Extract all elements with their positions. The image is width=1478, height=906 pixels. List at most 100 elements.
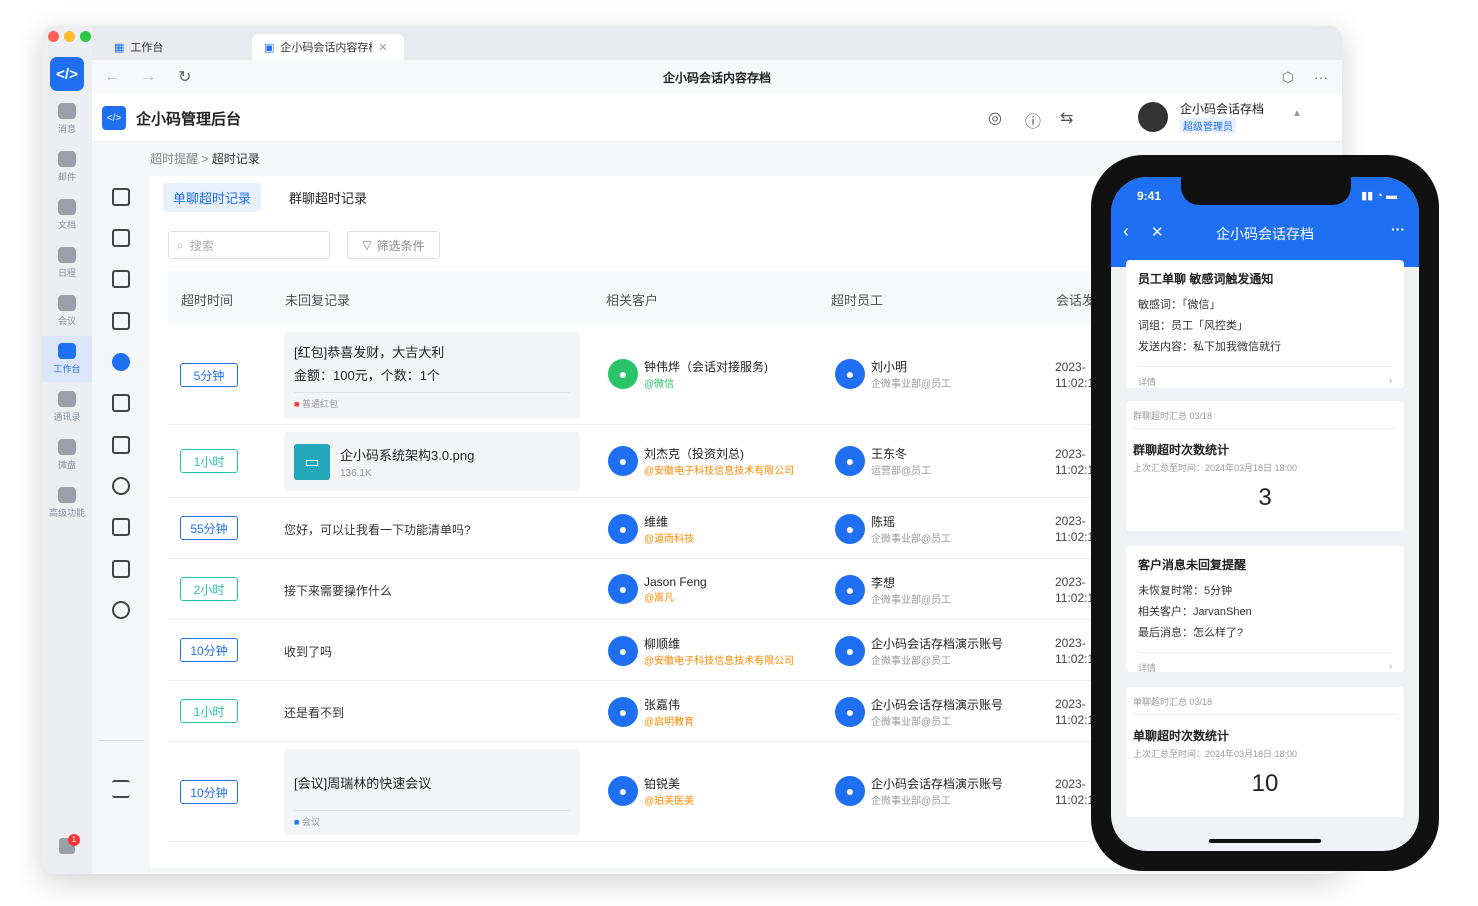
detail-link[interactable]: 详情 — [1138, 375, 1156, 388]
card-line: 词组：员工「风控类」 — [1138, 320, 1248, 332]
customer-cell: ● 铂锐美 @珀美医美 — [608, 775, 694, 807]
phone-title: 企小码会话存档 — [1216, 226, 1314, 242]
time-line: 11:02:1 — [1055, 530, 1095, 544]
customer-name: Jason Feng — [644, 574, 707, 589]
employee-name: 王东冬 — [871, 447, 908, 461]
rail-item-contacts[interactable]: 通讯录 — [42, 384, 92, 430]
phone-screen: 9:41 ▮▮ ◔ ▬ ‹ ✕ 企小码会话存档 ··· 员工单聊 敏感词触发通知… — [1111, 177, 1419, 851]
employee-cell: ● 陈瑶 企微事业部@员工 — [835, 513, 951, 545]
close-icon[interactable]: ✕ — [378, 41, 387, 54]
user-icon: ● — [835, 636, 865, 666]
minimize-dot[interactable] — [64, 31, 75, 42]
rail-item-messages[interactable]: 消息 — [42, 96, 92, 142]
employee-cell: ● 企小码会话存档演示账号 企微事业部@员工 — [835, 696, 1003, 728]
duration-badge: 55分钟 — [180, 516, 238, 540]
message-text: [会议]周瑞林的快速会议 — [294, 776, 432, 791]
customer-cell: ● 钟伟烨（会话对接服务) @微信 — [608, 358, 768, 390]
rail-item-workbench[interactable]: 工作台 — [42, 336, 92, 382]
user-icon: ● — [608, 697, 638, 727]
filter-button[interactable]: ▽ 筛选条件 — [347, 231, 440, 259]
settings-icon[interactable]: ⬡ — [1282, 69, 1294, 86]
rail-item-calendar[interactable]: 日程 — [42, 240, 92, 286]
tab-private-timeout[interactable]: 单聊超时记录 — [163, 183, 262, 212]
menu-collapse-icon[interactable] — [112, 780, 130, 798]
breadcrumb-parent[interactable]: 超时提醒 — [150, 152, 198, 166]
chevron-right-icon: › — [1389, 375, 1392, 385]
window-controls — [48, 31, 91, 42]
app-title: 企小码管理后台 — [136, 111, 242, 128]
folder-icon[interactable] — [112, 229, 130, 247]
customer-name: 铂锐美 — [644, 777, 681, 791]
tree-icon[interactable] — [112, 518, 130, 536]
chart-icon[interactable] — [112, 436, 130, 454]
app-logo-icon[interactable]: </> — [50, 57, 84, 91]
close-dot[interactable] — [48, 31, 59, 42]
rail-item-mail[interactable]: 邮件 — [42, 144, 92, 190]
card-line: 最后消息：怎么样了? — [1138, 627, 1244, 639]
drive-icon — [58, 439, 76, 455]
more-icon[interactable]: ··· — [1391, 221, 1405, 237]
compass-icon[interactable]: ◎ — [988, 108, 1002, 128]
search-placeholder: 搜索 — [189, 238, 214, 253]
employee-name: 企小码会话存档演示账号 — [871, 698, 1004, 712]
rail-label: 高级功能 — [48, 508, 85, 518]
phone-header: 9:41 ▮▮ ◔ ▬ ‹ ✕ 企小码会话存档 ··· — [1111, 177, 1419, 267]
rail-item-docs[interactable]: 文档 — [42, 192, 92, 238]
sensitive-word-card[interactable]: 员工单聊 敏感词触发通知 敏感词：「微信」 词组：员工「风控类」 发送内容：私下… — [1126, 260, 1404, 388]
status-time: 9:41 — [1137, 189, 1162, 203]
building-icon[interactable] — [112, 188, 130, 206]
customer-reply-card[interactable]: 客户消息未回复提醒 未恢复时常：5分钟 相关客户：JarvanShen 最后消息… — [1126, 546, 1404, 674]
employee-dept: 企微事业部@员工 — [871, 379, 952, 390]
meeting-card[interactable]: [会议]周瑞林的快速会议 ■ 会议 — [284, 749, 580, 835]
shield-icon[interactable] — [112, 312, 130, 330]
user-icon: ● — [835, 697, 865, 727]
form-icon[interactable] — [112, 560, 130, 578]
chat-icon[interactable] — [112, 477, 130, 495]
stat-number: 3 — [1258, 484, 1272, 511]
time-line: 11:02:1 — [1055, 591, 1095, 605]
employee-dept: 企微事业部@员工 — [871, 534, 952, 545]
tab-workbench[interactable]: ▦ 工作台 — [102, 34, 175, 60]
tab-group-timeout[interactable]: 群聊超时记录 — [279, 183, 377, 212]
avatar[interactable] — [1138, 102, 1168, 132]
redpacket-card[interactable]: [红包]恭喜发财，大吉大利 金额：100元，个数：1个 ■ 普通红包 — [284, 332, 580, 418]
divider — [98, 740, 144, 741]
help-icon[interactable]: ⓘ — [1025, 108, 1041, 132]
bell-icon[interactable] — [112, 353, 130, 371]
col-timeout: 超时时间 — [181, 293, 234, 308]
message-text: 金额：100元，个数：1个 — [294, 368, 440, 383]
search-input[interactable]: ⌕ 搜索 — [168, 231, 330, 259]
employee-dept: 企微事业部@员工 — [871, 717, 952, 728]
file-card[interactable]: ▭ 企小码系统架构3.0.png 136.1K — [284, 432, 580, 491]
user-icon: ● — [835, 446, 865, 476]
message-text: [红包]恭喜发财，大吉大利 — [294, 345, 445, 360]
rail-item-meeting[interactable]: 会议 — [42, 288, 92, 334]
video-icon: ■ — [294, 817, 300, 827]
customer-tag: @微信 — [644, 379, 675, 390]
image-file-icon: ▭ — [294, 443, 330, 480]
rail-item-advanced[interactable]: 高级功能 — [42, 480, 92, 526]
chevron-up-icon[interactable]: ▲ — [1292, 108, 1302, 119]
grid-icon — [58, 343, 76, 359]
zoom-dot[interactable] — [80, 31, 91, 42]
tab-archive[interactable]: ▣ 企小码会话内容存档 ✕ — [252, 34, 404, 60]
detail-link[interactable]: 详情 — [1138, 661, 1156, 674]
customer-cell: ● 柳顺维 @安徽电子科技信息技术有限公司 — [608, 635, 794, 667]
browser-tabs: ▦ 工作台 ▣ 企小码会话内容存档 ✕ — [92, 26, 1342, 60]
funnel-icon: ▽ — [362, 238, 372, 252]
time-line: 2023- — [1055, 777, 1086, 791]
group-summary-card[interactable]: 群聊超时汇总 03/18 群聊超时次数统计 上次汇总至时间：2024年03月18… — [1126, 401, 1404, 531]
book-icon[interactable] — [112, 270, 130, 288]
private-summary-card[interactable]: 单聊超时汇总 03/18 单聊超时次数统计 上次汇总至时间：2024年03月18… — [1126, 687, 1404, 817]
target-icon[interactable] — [112, 601, 130, 619]
report-icon[interactable] — [112, 394, 130, 412]
left-rail: </> 消息 邮件 文档 日程 会议 工作台 通讯录 微盘 高级功能 1 — [42, 26, 92, 874]
card-head: 单聊超时汇总 03/18 — [1133, 695, 1397, 715]
card-head: 群聊超时汇总 03/18 — [1133, 409, 1397, 429]
more-icon[interactable]: ··· — [1314, 69, 1328, 85]
switch-icon[interactable]: ⇆ — [1060, 108, 1073, 128]
browser-toolbar: ← → ↻ 企小码会话内容存档 ⬡ ··· — [92, 60, 1342, 94]
app-icon: ▣ — [264, 41, 275, 54]
user-icon: ● — [608, 514, 638, 544]
rail-item-drive[interactable]: 微盘 — [42, 432, 92, 478]
